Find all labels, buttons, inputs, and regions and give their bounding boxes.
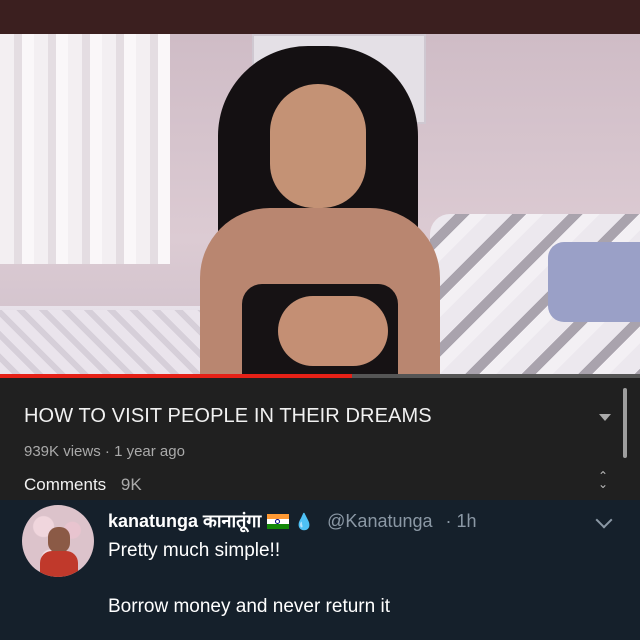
sort-toggle-icon[interactable]: ⌃ ⌄ (594, 470, 612, 490)
tweet-text-line-1: Pretty much simple!! (108, 540, 281, 561)
video-title[interactable]: HOW TO VISIT PEOPLE IN THEIR DREAMS (24, 405, 432, 428)
expand-chevron-icon[interactable] (599, 414, 611, 421)
meta-separator: · (104, 443, 115, 460)
curtain (0, 34, 170, 264)
tweet-header: kanatunga कानातूंगा 💧 @Kanatunga · 1h (108, 509, 477, 533)
comments-count: 9K (120, 475, 142, 494)
india-flag-icon (267, 514, 290, 529)
person-face (270, 84, 366, 208)
tweet-menu-chevron-icon[interactable] (595, 511, 613, 529)
display-name[interactable]: kanatunga कानातूंगा (108, 511, 261, 531)
tweet-text-line-2: Borrow money and never return it (108, 596, 390, 617)
upload-age: 1 year ago (114, 443, 185, 460)
pillow-blue (548, 242, 640, 322)
tweet[interactable]: kanatunga कानातूंगा 💧 @Kanatunga · 1h Pre… (0, 500, 640, 640)
avatar-head (48, 527, 70, 553)
time-separator: · (440, 511, 457, 531)
tweet-time[interactable]: 1h (457, 511, 477, 531)
video-info-panel: HOW TO VISIT PEOPLE IN THEIR DREAMS 939K… (0, 378, 640, 500)
avatar-shirt (40, 551, 78, 577)
user-handle[interactable]: @Kanatunga (327, 511, 432, 531)
avatar[interactable] (22, 505, 94, 577)
blanket (0, 310, 200, 376)
comments-header[interactable]: Comments 9K (24, 475, 142, 495)
view-count: 939K views (24, 443, 101, 460)
person-hands (278, 296, 388, 366)
water-drop-icon: 💧 (294, 514, 315, 531)
video-meta: 939K views · 1 year ago (24, 443, 185, 460)
video-thumbnail[interactable] (0, 34, 640, 376)
top-bar (0, 0, 640, 34)
comments-label: Comments (24, 475, 107, 494)
scrollbar[interactable] (623, 388, 627, 458)
